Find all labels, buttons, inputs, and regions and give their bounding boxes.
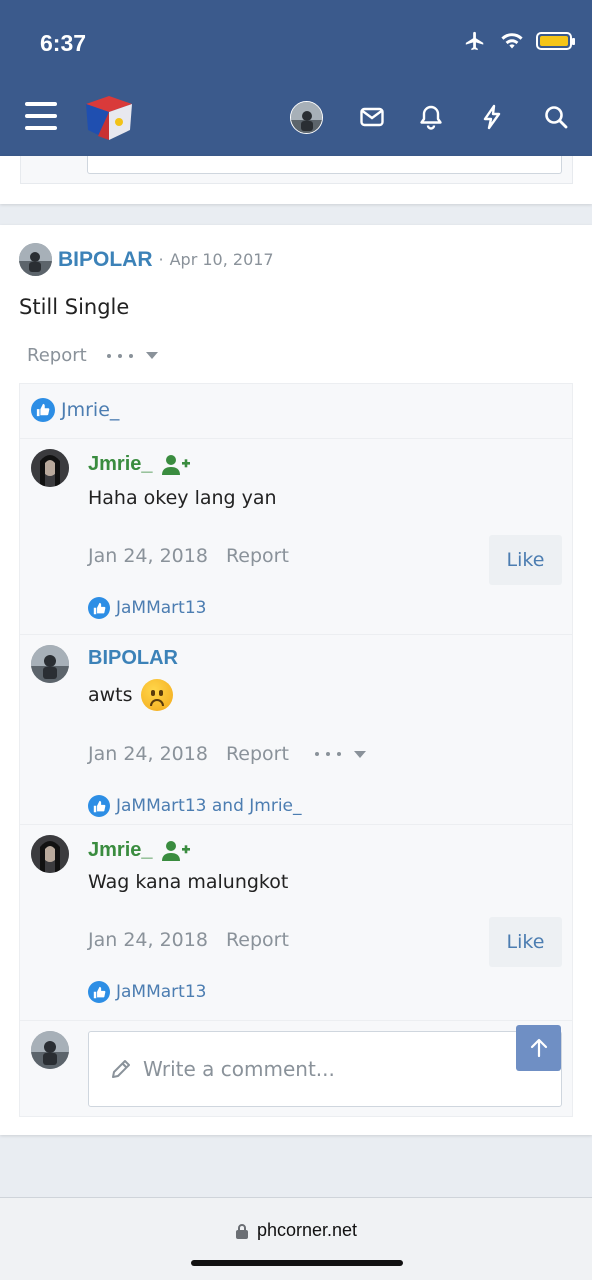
comment-text: Haha okey lang yan: [88, 487, 277, 509]
user-avatar[interactable]: [290, 101, 323, 134]
comment-placeholder: Write a comment...: [143, 1057, 335, 1081]
battery-icon: [536, 32, 575, 50]
post-header: BIPOLAR · Apr 10, 2017: [19, 243, 274, 276]
report-link[interactable]: Report: [226, 545, 289, 567]
avatar[interactable]: [19, 243, 52, 276]
url-display[interactable]: phcorner.net: [0, 1220, 592, 1241]
comment-date[interactable]: Jan 24, 2018: [88, 545, 208, 567]
report-link[interactable]: Report: [226, 743, 289, 765]
wifi-icon: [501, 33, 523, 49]
post-separator: ·: [158, 250, 164, 269]
comment-text: awts: [88, 679, 173, 711]
comment-composer: Write a comment...: [20, 1020, 572, 1116]
like-icon: [88, 795, 110, 817]
add-user-icon[interactable]: [161, 840, 191, 862]
more-options-button[interactable]: [106, 352, 158, 359]
comment-date[interactable]: Jan 24, 2018: [88, 743, 208, 765]
comment-reactions[interactable]: JaMMart13: [88, 597, 206, 619]
chevron-down-icon: [353, 750, 366, 758]
nav-row: [0, 92, 592, 144]
comment-input[interactable]: Write a comment...: [88, 1031, 562, 1107]
comment: Jmrie_ Haha okey lang yan Jan 24, 2018 R…: [20, 438, 572, 634]
avatar[interactable]: [31, 645, 69, 683]
site-logo[interactable]: [82, 92, 136, 144]
chevron-down-icon: [145, 352, 158, 359]
comment-reactions[interactable]: JaMMart13 and Jmrie_: [88, 795, 302, 817]
like-icon: [31, 398, 55, 422]
search-icon[interactable]: [543, 104, 569, 130]
lock-icon: [235, 1223, 248, 1239]
add-user-icon[interactable]: [161, 454, 191, 476]
comment-meta: Jan 24, 2018 Report: [88, 743, 366, 765]
previous-comments-block: [20, 156, 573, 184]
home-indicator[interactable]: [191, 1260, 403, 1266]
previous-comment-input[interactable]: [87, 156, 562, 174]
avatar[interactable]: [31, 449, 69, 487]
post-body: Still Single: [19, 295, 130, 319]
status-icons: [462, 30, 575, 52]
avatar[interactable]: [31, 835, 69, 873]
comment-meta: Jan 24, 2018 Report: [88, 545, 289, 567]
like-button[interactable]: Like: [489, 917, 562, 967]
reaction-users[interactable]: Jmrie_: [61, 399, 119, 421]
comment-date[interactable]: Jan 24, 2018: [88, 929, 208, 951]
comment-reactions[interactable]: JaMMart13: [88, 981, 206, 1003]
comment: Jmrie_ Wag kana malungkot Jan 24, 2018 R…: [20, 824, 572, 1020]
comment-text: Wag kana malungkot: [88, 871, 289, 893]
comments-block: Jmrie_ Jmrie_ Haha okey lang yan Jan 24,…: [19, 383, 573, 1117]
more-options-button[interactable]: [314, 750, 366, 758]
pencil-icon: [112, 1060, 130, 1078]
like-icon: [88, 981, 110, 1003]
airplane-icon: [465, 31, 484, 51]
report-link[interactable]: Report: [226, 929, 289, 951]
post-actions: Report: [27, 345, 158, 366]
mail-icon[interactable]: [359, 104, 385, 130]
comment-author[interactable]: BIPOLAR: [88, 647, 178, 670]
post-reactions[interactable]: Jmrie_: [31, 398, 119, 422]
like-icon: [88, 597, 110, 619]
frown-emoji-icon: [140, 679, 173, 711]
app-header: 6:37: [0, 0, 592, 156]
previous-post-card: [0, 156, 592, 204]
comment-author[interactable]: Jmrie_: [88, 453, 191, 476]
comment-meta: Jan 24, 2018 Report: [88, 929, 289, 951]
profile-post-card: BIPOLAR · Apr 10, 2017 Still Single Repo…: [0, 225, 592, 1135]
avatar[interactable]: [31, 1031, 69, 1069]
like-button[interactable]: Like: [489, 535, 562, 585]
comment-author[interactable]: Jmrie_: [88, 839, 191, 862]
menu-icon[interactable]: [25, 102, 57, 130]
post-date[interactable]: Apr 10, 2017: [170, 250, 274, 269]
bell-icon[interactable]: [418, 104, 444, 130]
comment: BIPOLAR awts Jan 24, 2018 Report JaMMart…: [20, 634, 572, 824]
browser-url-bar: phcorner.net: [0, 1197, 592, 1280]
bolt-icon[interactable]: [479, 104, 505, 130]
post-author[interactable]: BIPOLAR: [58, 248, 153, 272]
scroll-to-top-button[interactable]: [516, 1025, 561, 1071]
arrow-up-icon: [530, 1038, 547, 1058]
status-time: 6:37: [40, 30, 87, 56]
report-link[interactable]: Report: [27, 345, 87, 366]
